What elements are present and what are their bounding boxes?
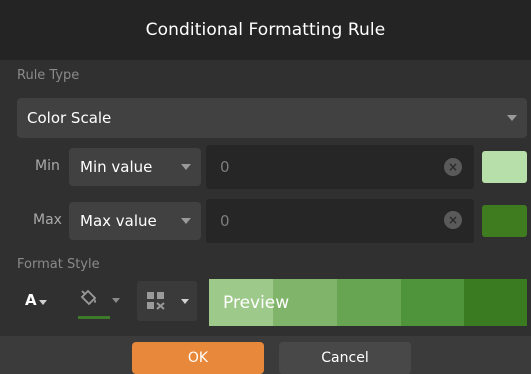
chevron-down-icon [507, 115, 517, 121]
fill-color-button[interactable] [78, 278, 123, 322]
chevron-down-icon [112, 298, 120, 303]
font-color-button[interactable]: A [25, 278, 65, 322]
min-value-input[interactable]: 0 [206, 145, 474, 189]
max-value-text: 0 [220, 212, 230, 230]
color-scale-preview: Preview [209, 279, 527, 326]
max-value-input[interactable]: 0 [206, 199, 474, 243]
chevron-down-icon [181, 218, 191, 224]
fill-color-indicator [78, 316, 110, 319]
ok-button[interactable]: OK [132, 342, 264, 374]
rule-type-label: Rule Type [17, 68, 80, 83]
conditional-formatting-dialog: Conditional Formatting Rule Rule Type Co… [0, 0, 531, 374]
min-value-text: 0 [220, 158, 230, 176]
cancel-button-label: Cancel [321, 350, 369, 366]
preview-label: Preview [223, 292, 290, 313]
chevron-down-icon [39, 300, 47, 305]
color-scale-icon [147, 292, 165, 310]
max-label: Max [33, 212, 62, 228]
chevron-down-icon [181, 164, 191, 170]
max-type-value: Max value [80, 212, 157, 230]
clear-icon[interactable]: × [444, 158, 462, 176]
color-scale-button[interactable] [137, 281, 197, 321]
paint-bucket-icon [80, 289, 97, 306]
dialog-footer [0, 336, 531, 374]
font-color-icon: A [25, 291, 37, 309]
chevron-down-icon [181, 299, 189, 304]
min-type-dropdown[interactable]: Min value [69, 148, 201, 186]
min-type-value: Min value [80, 158, 153, 176]
rule-type-value: Color Scale [27, 109, 112, 127]
dialog-title-bar: Conditional Formatting Rule [0, 0, 531, 60]
format-style-label: Format Style [17, 257, 100, 272]
cancel-button[interactable]: Cancel [279, 342, 411, 374]
rule-type-dropdown[interactable]: Color Scale [17, 98, 527, 138]
ok-button-label: OK [187, 350, 209, 366]
clear-icon[interactable]: × [444, 211, 462, 229]
min-label: Min [35, 158, 60, 174]
min-color-swatch[interactable] [482, 151, 527, 183]
dialog-title: Conditional Formatting Rule [145, 20, 386, 40]
max-color-swatch[interactable] [482, 205, 527, 237]
max-type-dropdown[interactable]: Max value [69, 202, 201, 240]
